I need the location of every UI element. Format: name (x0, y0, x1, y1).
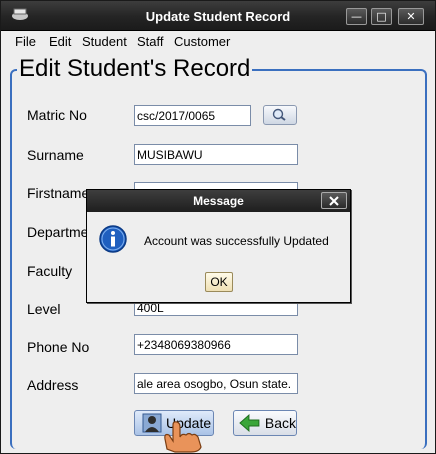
window-titlebar[interactable]: Update Student Record — □ ✕ (1, 1, 435, 31)
menu-edit[interactable]: Edit (49, 34, 71, 49)
label-phone-no: Phone No (27, 339, 90, 355)
maximize-icon: □ (376, 10, 387, 23)
label-faculty: Faculty (27, 263, 73, 279)
phone-no-input[interactable]: +2348069380966 (134, 334, 298, 355)
message-dialog: Message Account was successfully Updated… (86, 189, 351, 303)
label-firstname: Firstname (27, 185, 90, 201)
close-icon (329, 195, 339, 206)
label-level: Level (27, 301, 61, 317)
dialog-titlebar[interactable]: Message (87, 190, 350, 212)
dialog-message: Account was successfully Updated (144, 234, 329, 248)
menu-customer[interactable]: Customer (174, 34, 230, 49)
label-address: Address (27, 377, 79, 393)
user-icon (142, 413, 162, 433)
dialog-close-button[interactable] (321, 192, 347, 209)
menu-file[interactable]: File (15, 34, 36, 49)
minimize-icon: — (351, 10, 362, 23)
address-input[interactable]: ale area osogbo, Osun state. (134, 373, 298, 394)
menubar: File Edit Student Staff Customer (1, 31, 435, 51)
group-title: Edit Student's Record (17, 55, 253, 83)
surname-input[interactable]: MUSIBAWU (134, 144, 298, 165)
matric-no-input[interactable]: csc/2017/0065 (134, 105, 251, 126)
label-department: Departme (27, 224, 89, 240)
close-icon: ✕ (406, 10, 416, 23)
menu-student[interactable]: Student (82, 34, 127, 49)
dialog-title: Message (193, 194, 244, 208)
close-button[interactable]: ✕ (398, 8, 424, 25)
back-button[interactable]: Back (233, 410, 297, 436)
label-surname: Surname (27, 147, 84, 163)
menu-staff[interactable]: Staff (137, 34, 164, 49)
hand-cursor-icon (164, 421, 202, 453)
search-button[interactable] (263, 105, 297, 125)
search-magnifier-icon (272, 108, 286, 121)
back-button-label: Back (264, 415, 296, 431)
maximize-button[interactable]: □ (371, 8, 392, 25)
label-matric-no: Matric No (27, 107, 87, 123)
minimize-button[interactable]: — (346, 8, 367, 25)
back-arrow-icon (239, 413, 260, 433)
window-title: Update Student Record (145, 9, 291, 24)
info-icon (99, 225, 127, 253)
ok-button[interactable]: OK (205, 272, 233, 292)
